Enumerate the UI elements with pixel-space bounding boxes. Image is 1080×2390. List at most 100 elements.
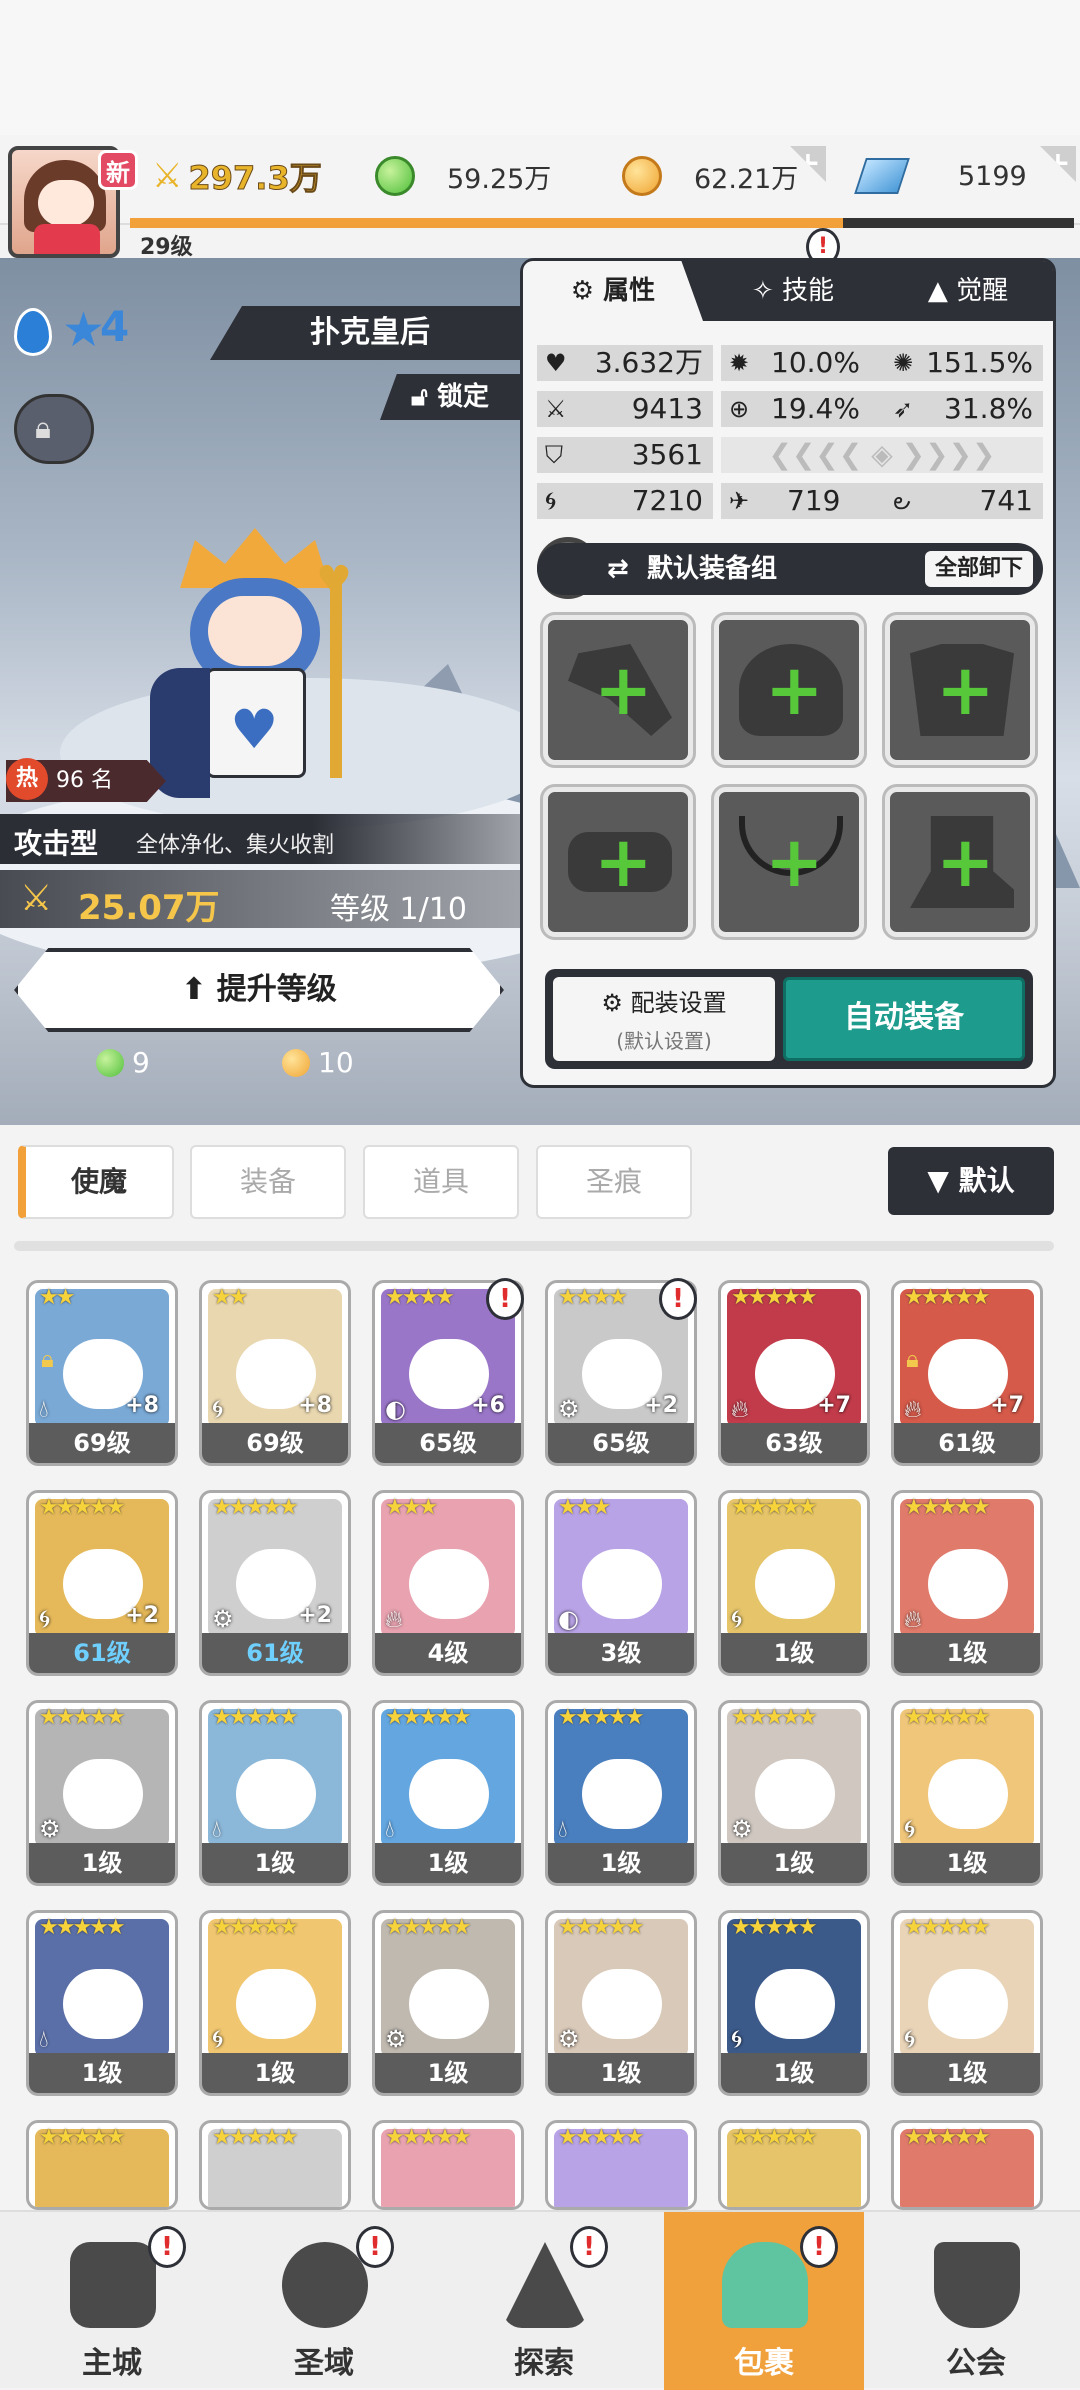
plus-icon: + (936, 821, 995, 903)
alert-icon: ! (486, 1278, 524, 1320)
enhance-level: +6 (471, 1393, 505, 1418)
star-icon: ★★★★★ (558, 2125, 645, 2150)
equip-slot-helmet[interactable]: + (711, 612, 867, 768)
familiar-card[interactable]: ★★★★★ 💧︎ 1级 (26, 1910, 178, 2096)
green-orb-icon (96, 1048, 124, 1077)
familiar-card[interactable]: ★★★★★ (891, 2120, 1043, 2210)
locked-skin-icon[interactable]: 🔒︎ (14, 394, 94, 464)
star-rating: ★★★★★ (558, 1915, 645, 1940)
familiar-card[interactable]: ★★★★★ ⚙ 1级 (545, 1910, 697, 2096)
hero-type: 攻击型 (14, 827, 99, 860)
swap-icon[interactable]: ⇄ (607, 543, 629, 595)
element-icon: 💧︎ (39, 1395, 49, 1423)
gold-currency[interactable]: 62.21万 (622, 150, 798, 202)
equip-slot-armor[interactable]: + (882, 612, 1038, 768)
chevrons-icon: ❮❮❮❮ ◈ ❯❯❯❯ (768, 438, 996, 471)
filter-tab-equipment[interactable]: 装备 (190, 1145, 346, 1219)
filter-tab-stigmata[interactable]: 圣痕 (536, 1145, 692, 1219)
familiar-card[interactable]: ★★★★★ +2 🌀︎ 61级 (26, 1490, 178, 1676)
familiar-card[interactable]: ★★★★★ ⚙ 1级 (26, 1700, 178, 1886)
familiar-card[interactable]: ★★★★★ 🌀︎ 1级 (718, 1490, 870, 1676)
element-icon: 🌀︎ (39, 1605, 51, 1633)
nav-guild[interactable]: 公会 (876, 2212, 1076, 2390)
equip-slot-gloves[interactable]: + (540, 784, 696, 940)
sort-dropdown[interactable]: ▼ 默认 (888, 1147, 1054, 1215)
tab-awaken[interactable]: ▲ 觉醒 (883, 261, 1053, 321)
element-icon: 💧︎ (385, 1815, 395, 1843)
auto-equip-button[interactable]: 自动装备 (783, 977, 1025, 1061)
lock-button[interactable]: 🔓︎ 锁定 (380, 374, 520, 420)
element-icon: 🌀︎ (904, 2025, 916, 2053)
familiar-card[interactable]: ★★★★★ 💧︎ 1级 (372, 1700, 524, 1886)
tab-skills[interactable]: ✧ 技能 (703, 261, 883, 321)
filter-tab-familiar[interactable]: 使魔 (18, 1145, 174, 1219)
familiar-card[interactable]: ★★★ ◐ 3级 (545, 1490, 697, 1676)
status-area (0, 0, 1080, 135)
familiar-card[interactable]: ★★★★★ 🌀︎ 1级 (199, 1910, 351, 2096)
familiar-card[interactable]: ★★★★★ ⚙ 1级 (372, 1910, 524, 2096)
hero-star-count: 4 (100, 302, 130, 351)
familiar-level: 65级 (548, 1423, 694, 1463)
swirl-icon: 🌀︎ (545, 487, 557, 515)
familiar-card[interactable]: ★★★★★ 💧︎ 1级 (199, 1700, 351, 1886)
enhance-level: +2 (298, 1603, 332, 1628)
familiar-card[interactable]: ★★★★★ 🌀︎ 1级 (891, 1910, 1043, 2096)
water-element-icon (14, 308, 52, 356)
familiar-card[interactable]: ★★★★★ +7 🔥︎ 63级 (718, 1280, 870, 1466)
arrow-up-icon: ⬆ (181, 972, 217, 1007)
familiar-card[interactable]: ★★★★★ +2 ⚙ 61级 (199, 1490, 351, 1676)
gold-coin-icon (282, 1048, 310, 1077)
familiar-level: 1级 (894, 1633, 1040, 1673)
stat-speed: 🌀︎ 7210 (537, 483, 713, 519)
familiar-card[interactable]: ★★★★★ (545, 2120, 697, 2210)
hero-figure: ♥ ♥ (150, 508, 380, 828)
star-rating: ★★★★★ (731, 1495, 818, 1520)
familiar-card[interactable]: ★★★★★ ⚙ 1级 (718, 1700, 870, 1886)
familiar-card[interactable]: ★★★★★ 💧︎ 1级 (545, 1700, 697, 1886)
equip-slot-necklace[interactable]: + (711, 784, 867, 940)
crystal-currency-value: 5199 (958, 160, 1027, 192)
enhance-level: +7 (817, 1393, 851, 1418)
familiar-card[interactable]: ★★★★★ (372, 2120, 524, 2210)
star-rating: ★★★★★ (385, 1705, 472, 1730)
tab-attributes[interactable]: ⚙ 属性 (523, 261, 703, 321)
wing-icon: ✈ (729, 487, 750, 515)
stat-hp: ♥ 3.632万 (537, 345, 713, 381)
enhance-level: +7 (990, 1393, 1024, 1418)
crystal-icon (854, 158, 910, 194)
enhance-level: +8 (125, 1393, 159, 1418)
crosshair-icon: ⊕ (729, 395, 750, 423)
familiar-card[interactable]: ★★★★★ (26, 2120, 178, 2210)
familiar-card[interactable]: ★★★★★ (199, 2120, 351, 2210)
familiar-level: 69级 (29, 1423, 175, 1463)
familiar-card[interactable]: ★★★★★ +7 🔥︎ 🔒︎ 61级 (891, 1280, 1043, 1466)
familiar-card[interactable]: ★★★★★ 🔥︎ 1级 (891, 1490, 1043, 1676)
familiar-card[interactable]: ★★★★★ 🌀︎ 1级 (718, 1910, 870, 2096)
unequip-all-button[interactable]: 全部卸下 (924, 551, 1033, 587)
equip-slot-weapon[interactable]: + (540, 612, 696, 768)
familiar-level: 3级 (548, 1633, 694, 1673)
familiar-card[interactable]: ★★★★★ (718, 2120, 870, 2210)
familiar-card[interactable]: ★★★ 🔥︎ 4级 (372, 1490, 524, 1676)
upgrade-level-button[interactable]: ⬆ 提升等级 (14, 948, 504, 1032)
familiar-card[interactable]: ★★★★★ 🌀︎ 1级 (891, 1700, 1043, 1886)
crystal-currency[interactable]: 5199 (854, 150, 1027, 202)
familiar-card[interactable]: ★★ +8 💧︎ 🔒︎ 69级 (26, 1280, 178, 1466)
equip-slot-boots[interactable]: + (882, 784, 1038, 940)
hero-type-row: 攻击型 全体净化、集火收割 (0, 814, 520, 864)
nav-sanctuary[interactable]: 圣域 (224, 2212, 424, 2390)
star-rating: ★★ (212, 1285, 248, 1310)
nav-explore[interactable]: 探索 (444, 2212, 644, 2390)
familiar-card[interactable]: ★★ +8 🌀︎ 69级 (199, 1280, 351, 1466)
stat-atk: ⚔ 9413 (537, 391, 713, 427)
filter-tab-items[interactable]: 道具 (363, 1145, 519, 1219)
star-rating: ★★★★★ (904, 1915, 991, 1940)
familiar-level: 1级 (29, 2053, 175, 2093)
divider (14, 1241, 1054, 1251)
upgrade-cost-gold: 10 (282, 1046, 354, 1079)
element-icon: 🔥︎ (904, 1605, 922, 1633)
green-currency[interactable]: 59.25万 (375, 150, 551, 202)
loadout-config-button[interactable]: ⚙ 配装设置 (默认设置) (553, 977, 775, 1061)
hero-power-row: ⚔ 25.07万 等级 1/10 (0, 870, 520, 928)
star-rating: ★★★★★ (212, 1915, 299, 1940)
